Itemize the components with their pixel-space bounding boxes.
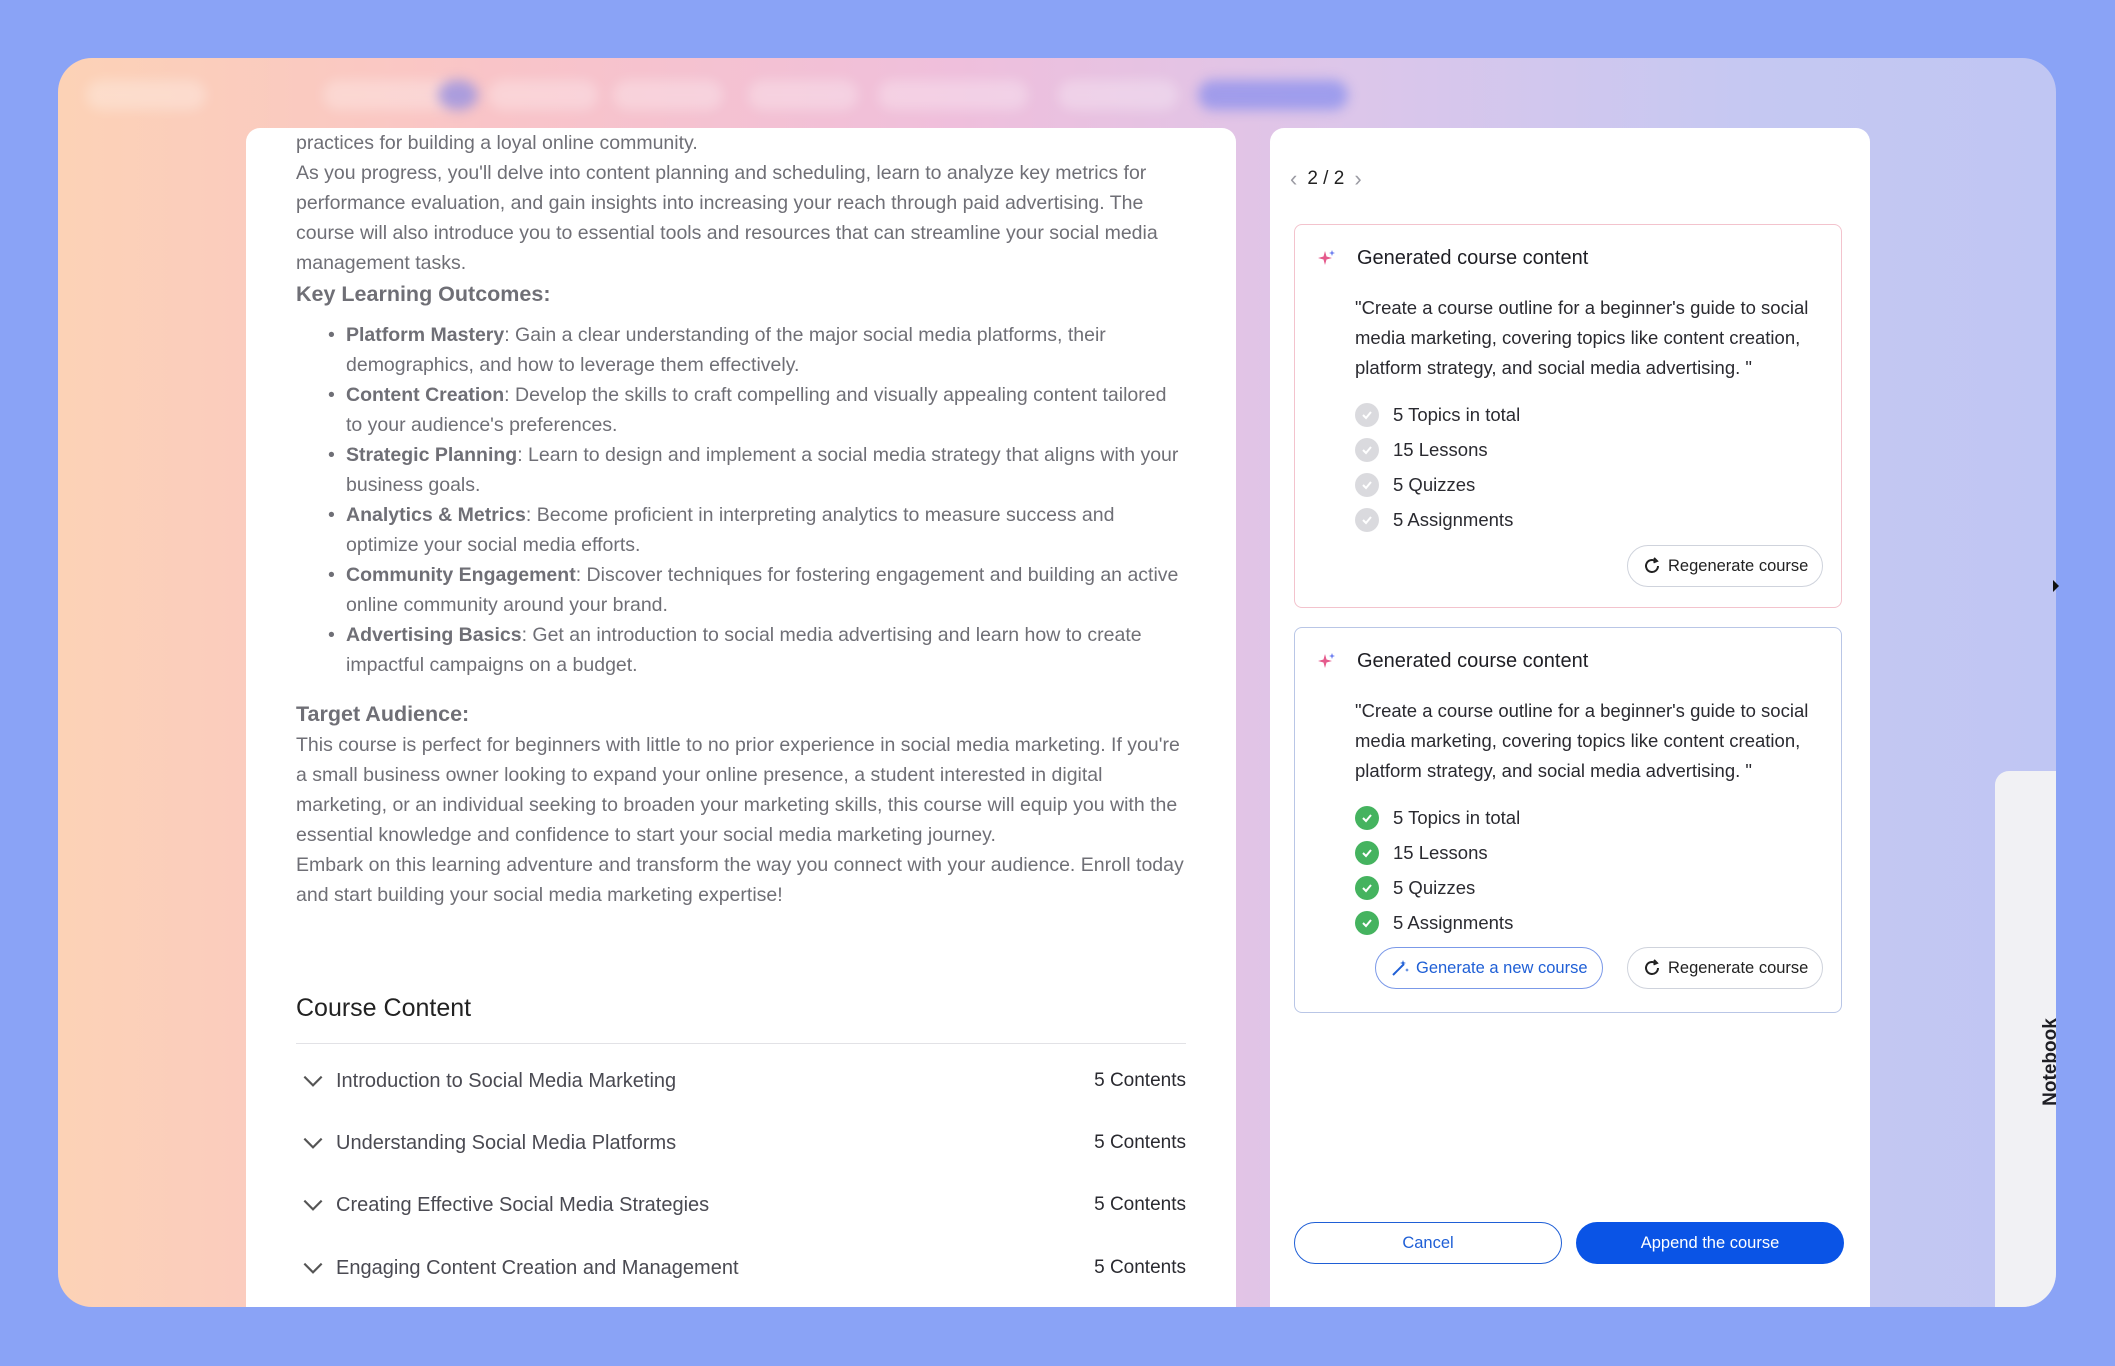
outcomes-list: Platform Mastery: Gain a clear understan… (328, 320, 1186, 680)
app-window: practices for building a loyal online co… (58, 58, 2056, 1307)
regenerate-course-button[interactable]: Regenerate course (1627, 545, 1824, 587)
section-count: 5 Contents (1094, 1194, 1186, 1215)
section-count: 5 Contents (1094, 1070, 1186, 1091)
course-section-row[interactable] (296, 1290, 1186, 1307)
card-header: Generated course content (1317, 650, 1588, 673)
outcome-item: Community Engagement: Discover technique… (328, 560, 1186, 620)
stat-item: 15 Lessons (1355, 835, 1520, 870)
chevron-down-icon[interactable] (300, 1255, 326, 1281)
generated-course-card: Generated course content "Create a cours… (1294, 224, 1842, 608)
check-circle-icon (1355, 437, 1379, 462)
mouse-cursor-icon (2053, 580, 2059, 592)
generated-content-panel: ‹ 2 / 2 › Generated course content "Crea… (1270, 128, 1870, 1307)
regenerate-course-button[interactable]: Regenerate course (1627, 947, 1824, 989)
section-name: Creating Effective Social Media Strategi… (336, 1193, 710, 1216)
course-description-panel: practices for building a loyal online co… (246, 128, 1236, 1307)
stat-item: 15 Lessons (1355, 432, 1520, 467)
course-section-row[interactable]: Understanding Social Media Platforms 5 C… (296, 1123, 1186, 1163)
generate-new-course-button[interactable]: Generate a new course (1375, 947, 1603, 989)
audience-heading: Target Audience: (296, 702, 470, 726)
section-name: Introduction to Social Media Marketing (336, 1069, 677, 1092)
refresh-icon (1645, 557, 1659, 573)
stat-item: 5 Quizzes (1355, 870, 1520, 905)
card-title: Generated course content (1357, 650, 1589, 672)
outcomes-heading: Key Learning Outcomes: (296, 282, 551, 306)
chevron-left-icon[interactable]: ‹ (1290, 166, 1297, 192)
cancel-button[interactable]: Cancel (1294, 1222, 1562, 1264)
blurred-top-nav (58, 58, 2056, 128)
sparkle-icon (1318, 249, 1335, 265)
chevron-right-icon[interactable]: › (1354, 166, 1361, 192)
outcome-item: Content Creation: Develop the skills to … (328, 380, 1186, 440)
pager-label: 2 / 2 (1307, 168, 1345, 189)
card-stats: 5 Topics in total 15 Lessons 5 Quizzes 5… (1355, 800, 1520, 940)
check-circle-icon (1355, 875, 1379, 900)
check-circle-icon (1355, 805, 1379, 830)
course-section-row[interactable]: Introduction to Social Media Marketing 5… (296, 1061, 1186, 1101)
check-circle-icon (1355, 472, 1379, 497)
stat-item: 5 Assignments (1355, 905, 1520, 940)
section-name: Engaging Content Creation and Management (336, 1256, 739, 1279)
card-prompt: "Create a course outline for a beginner'… (1355, 297, 1809, 378)
sparkle-icon (1318, 652, 1335, 668)
outcome-item: Advertising Basics: Get an introduction … (328, 620, 1186, 680)
stat-item: 5 Topics in total (1355, 800, 1520, 835)
section-name: Understanding Social Media Platforms (336, 1131, 677, 1154)
stat-item: 5 Assignments (1355, 502, 1520, 537)
closing-text: Embark on this learning adventure and tr… (296, 854, 1184, 906)
chevron-down-icon[interactable] (300, 1130, 326, 1156)
pager: ‹ 2 / 2 › (1290, 166, 1362, 192)
intro-line-1: practices for building a loyal online co… (296, 132, 698, 154)
check-circle-icon (1355, 507, 1379, 532)
section-count: 5 Contents (1094, 1132, 1186, 1153)
divider (296, 1043, 1186, 1044)
notebook-label: Notebook (2040, 1018, 2056, 1106)
check-circle-icon (1355, 840, 1379, 865)
intro-line-2: As you progress, you'll delve into conte… (296, 162, 1158, 274)
course-content-title: Course Content (296, 994, 472, 1022)
outcome-item: Analytics & Metrics: Become proficient i… (328, 500, 1186, 560)
check-circle-icon (1355, 402, 1379, 427)
notebook-tab[interactable]: Notebook (1995, 771, 2056, 1307)
audience-text: This course is perfect for beginners wit… (296, 734, 1180, 846)
refresh-icon (1645, 959, 1659, 975)
outcome-item: Strategic Planning: Learn to design and … (328, 440, 1186, 500)
card-prompt: "Create a course outline for a beginner'… (1355, 700, 1809, 781)
chevron-down-icon[interactable] (300, 1192, 326, 1218)
check-circle-icon (1355, 910, 1379, 935)
stat-item: 5 Quizzes (1355, 467, 1520, 502)
card-stats: 5 Topics in total 15 Lessons 5 Quizzes 5… (1355, 397, 1520, 537)
generated-course-card: Generated course content "Create a cours… (1294, 627, 1842, 1013)
course-section-row[interactable]: Engaging Content Creation and Management… (296, 1248, 1186, 1288)
course-description: practices for building a loyal online co… (296, 128, 1186, 910)
section-count: 5 Contents (1094, 1257, 1186, 1278)
append-course-button[interactable]: Append the course (1576, 1222, 1844, 1264)
magic-wand-icon (1392, 960, 1409, 976)
card-title: Generated course content (1357, 247, 1589, 269)
course-section-row[interactable]: Creating Effective Social Media Strategi… (296, 1185, 1186, 1225)
outcome-item: Platform Mastery: Gain a clear understan… (328, 320, 1186, 380)
stat-item: 5 Topics in total (1355, 397, 1520, 432)
chevron-down-icon[interactable] (300, 1068, 326, 1094)
card-header: Generated course content (1317, 247, 1588, 270)
